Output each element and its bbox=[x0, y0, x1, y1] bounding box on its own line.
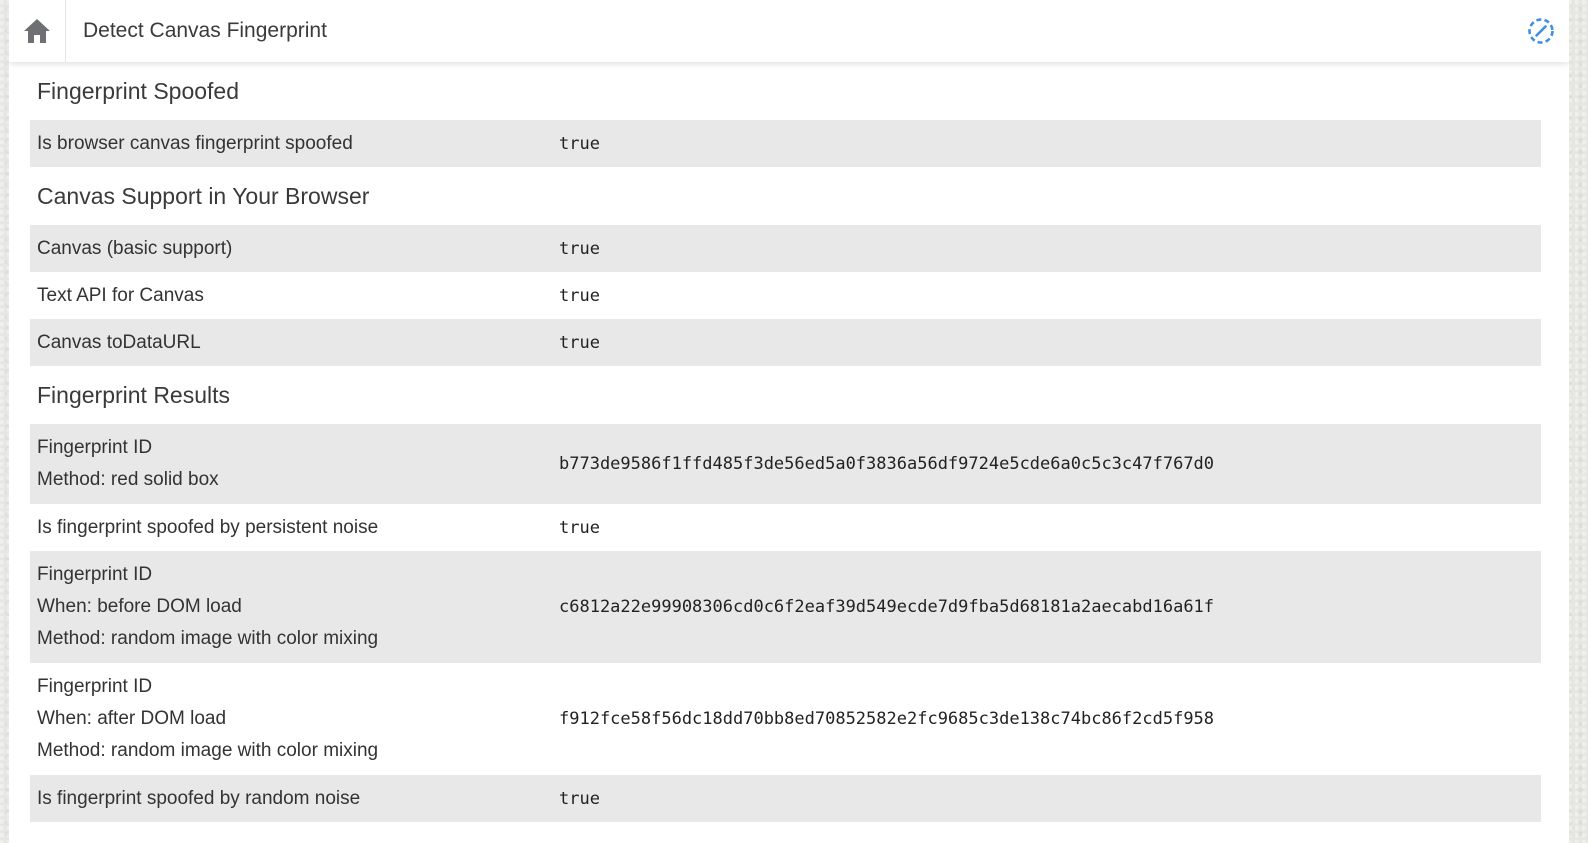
row-label-line: When: before DOM load bbox=[37, 596, 242, 617]
row-value: true bbox=[559, 285, 600, 306]
table-row: Fingerprint ID When: before DOM load Met… bbox=[30, 551, 1541, 663]
row-label: Is fingerprint spoofed by random noise bbox=[37, 787, 361, 809]
row-label: Fingerprint ID Method: red solid box bbox=[30, 432, 559, 496]
row-value: true bbox=[559, 133, 600, 154]
table-row: Is fingerprint spoofed by random noise t… bbox=[30, 775, 1541, 822]
row-label-line: Method: random image with color mixing bbox=[37, 628, 379, 649]
row-label-line: When: after DOM load bbox=[37, 708, 227, 729]
dashed-circle-slash-icon bbox=[1528, 18, 1554, 44]
row-value: true bbox=[559, 517, 600, 538]
app-header: Detect Canvas Fingerprint bbox=[9, 0, 1569, 62]
content: Fingerprint Spoofed Is browser canvas fi… bbox=[30, 62, 1541, 822]
home-button[interactable] bbox=[9, 0, 66, 62]
row-label-line: Method: random image with color mixing bbox=[37, 740, 379, 761]
row-label-line: Method: red solid box bbox=[37, 469, 219, 490]
table-row: Text API for Canvas true bbox=[30, 272, 1541, 319]
row-label: Fingerprint ID When: after DOM load Meth… bbox=[30, 671, 559, 767]
page-title: Detect Canvas Fingerprint bbox=[83, 19, 327, 42]
row-label: Canvas (basic support) bbox=[37, 237, 233, 259]
row-value: true bbox=[559, 788, 600, 809]
row-label: Is browser canvas fingerprint spoofed bbox=[37, 132, 353, 154]
row-value: true bbox=[559, 332, 600, 353]
row-value: true bbox=[559, 238, 600, 259]
row-label: Canvas toDataURL bbox=[37, 331, 201, 353]
table-row: Is fingerprint spoofed by persistent noi… bbox=[30, 504, 1541, 551]
table-row: Is browser canvas fingerprint spoofed tr… bbox=[30, 120, 1541, 167]
section-title-support: Canvas Support in Your Browser bbox=[37, 182, 370, 209]
fingerprint-hash: f912fce58f56dc18dd70bb8ed70852582e2fc968… bbox=[559, 709, 1215, 729]
home-icon bbox=[24, 19, 50, 43]
table-row: Fingerprint ID Method: red solid box b77… bbox=[30, 424, 1541, 504]
row-label-line: Fingerprint ID bbox=[37, 437, 153, 458]
row-label: Is fingerprint spoofed by persistent noi… bbox=[37, 516, 379, 538]
page: Detect Canvas Fingerprint Fingerprint Sp… bbox=[9, 0, 1569, 843]
fingerprint-hash: c6812a22e99908306cd0c6f2eaf39d549ecde7d9… bbox=[559, 597, 1215, 617]
section-title-spoofed: Fingerprint Spoofed bbox=[37, 77, 240, 104]
table-row: Canvas (basic support) true bbox=[30, 225, 1541, 272]
header-action-button[interactable] bbox=[1525, 15, 1557, 47]
row-label: Fingerprint ID When: before DOM load Met… bbox=[30, 559, 559, 655]
row-label-line: Fingerprint ID bbox=[37, 676, 153, 697]
fingerprint-hash: b773de9586f1ffd485f3de56ed5a0f3836a56df9… bbox=[559, 454, 1215, 474]
section-title-results: Fingerprint Results bbox=[37, 381, 231, 408]
table-row: Canvas toDataURL true bbox=[30, 319, 1541, 366]
row-label: Text API for Canvas bbox=[37, 284, 204, 306]
row-label-line: Fingerprint ID bbox=[37, 564, 153, 585]
table-row: Fingerprint ID When: after DOM load Meth… bbox=[30, 663, 1541, 775]
